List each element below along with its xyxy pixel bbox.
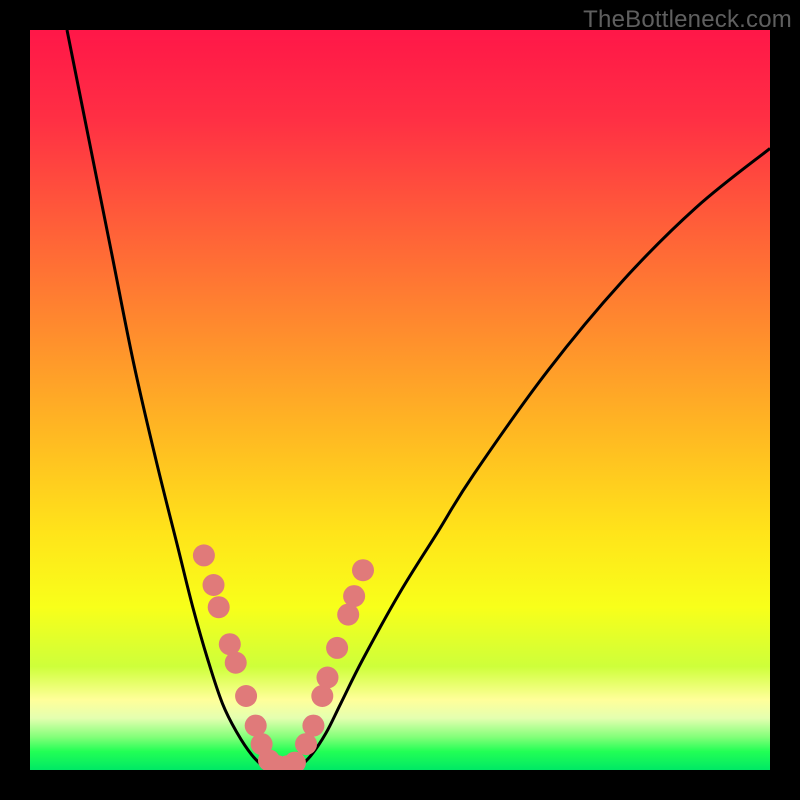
marker-dot [343, 585, 365, 607]
marker-dot [316, 667, 338, 689]
right-curve [296, 148, 770, 770]
marker-dot [225, 652, 247, 674]
plot-area [30, 30, 770, 770]
watermark-text: TheBottleneck.com [583, 6, 792, 34]
chart-frame: TheBottleneck.com [0, 0, 800, 800]
marker-dot [235, 685, 257, 707]
marker-dot [203, 574, 225, 596]
marker-dot [326, 637, 348, 659]
highlighted-points [193, 544, 374, 770]
marker-dot [208, 596, 230, 618]
curves-layer [30, 30, 770, 770]
marker-dot [302, 715, 324, 737]
marker-dot [311, 685, 333, 707]
marker-dot [352, 559, 374, 581]
marker-dot [193, 544, 215, 566]
